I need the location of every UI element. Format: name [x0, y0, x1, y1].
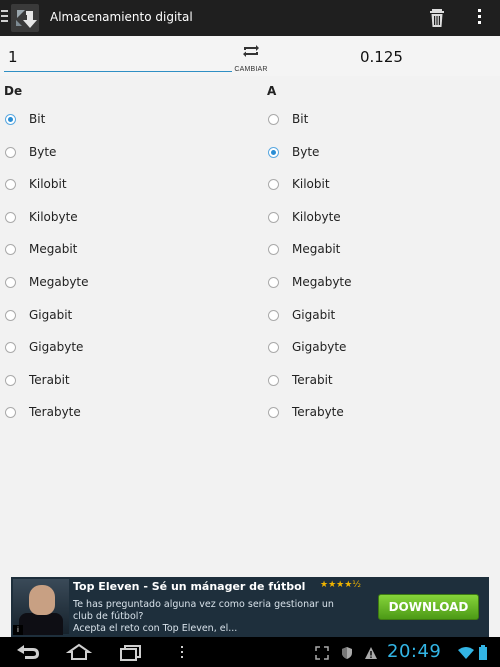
back-icon[interactable] [15, 643, 41, 661]
from-option-label: Terabit [29, 373, 70, 387]
radio-button[interactable] [268, 113, 279, 125]
to-option-byte[interactable]: Byte [268, 141, 319, 163]
radio-button[interactable] [268, 374, 279, 386]
result-value: 0.125 [360, 48, 403, 66]
to-option-bit[interactable]: Bit [268, 108, 308, 130]
radio-button[interactable] [5, 309, 16, 321]
from-option-label: Byte [29, 145, 57, 159]
radio-button[interactable] [268, 211, 279, 223]
overflow-menu-icon[interactable] [476, 9, 482, 27]
ad-banner[interactable]: i Top Eleven - Sé un mánager de fútbol ★… [11, 577, 489, 637]
battery-icon [478, 645, 488, 660]
radio-button[interactable] [268, 243, 279, 255]
radio-button[interactable] [268, 146, 279, 158]
swap-button[interactable]: CAMBIAR [233, 42, 269, 74]
to-option-label: Bit [292, 112, 309, 126]
from-option-terabyte[interactable]: Terabyte [5, 401, 81, 423]
to-option-terabit[interactable]: Terabit [268, 369, 333, 391]
ad-body: Te has preguntado alguna vez como seria … [73, 599, 373, 635]
ad-rating: ★★★★½ [320, 580, 361, 590]
to-option-kilobyte[interactable]: Kilobyte [268, 206, 341, 228]
from-option-gigabit[interactable]: Gigabit [5, 304, 72, 326]
to-option-kilobit[interactable]: Kilobit [268, 173, 330, 195]
from-column-header: De [4, 84, 23, 98]
ad-download-button[interactable]: DOWNLOAD [378, 594, 479, 620]
from-option-kilobit[interactable]: Kilobit [5, 173, 67, 195]
ad-info-badge[interactable]: i [13, 625, 23, 635]
radio-button[interactable] [268, 309, 279, 321]
clock: 20:49 [387, 641, 442, 662]
to-option-label: Kilobyte [292, 210, 341, 224]
to-option-label: Terabit [292, 373, 333, 387]
ad-body-line: Te has preguntado alguna vez como seria … [73, 599, 334, 610]
app-logo-icon[interactable] [11, 4, 39, 32]
radio-button[interactable] [5, 276, 16, 288]
ad-body-line: Acepta el reto con Top Eleven, el... [73, 623, 238, 634]
from-option-label: Terabyte [29, 405, 81, 419]
radio-button[interactable] [5, 146, 16, 158]
radio-button[interactable] [268, 178, 279, 190]
to-column-header: A [267, 84, 277, 98]
from-value-input[interactable] [4, 44, 232, 72]
radio-button[interactable] [268, 276, 279, 288]
to-option-label: Megabyte [292, 275, 352, 289]
warning-icon [364, 645, 378, 659]
drawer-menu-icon[interactable] [1, 10, 9, 26]
from-option-byte[interactable]: Byte [5, 141, 56, 163]
from-option-label: Gigabyte [29, 340, 84, 354]
from-option-bit[interactable]: Bit [5, 108, 45, 130]
radio-button[interactable] [5, 341, 16, 353]
from-option-label: Gigabit [29, 308, 73, 322]
from-option-gigabyte[interactable]: Gigabyte [5, 336, 83, 358]
radio-button[interactable] [5, 243, 16, 255]
radio-button[interactable] [5, 211, 16, 223]
from-option-megabit[interactable]: Megabit [5, 238, 77, 260]
to-option-terabyte[interactable]: Terabyte [268, 401, 344, 423]
wifi-icon [458, 645, 474, 659]
screenshot-icon [315, 645, 329, 660]
ad-title: Top Eleven - Sé un mánager de fútbol [73, 580, 306, 593]
radio-button[interactable] [5, 178, 16, 190]
to-option-megabit[interactable]: Megabit [268, 238, 340, 260]
swap-arrows-icon [241, 42, 261, 58]
to-option-label: Gigabyte [292, 340, 347, 354]
menu-dots-icon[interactable] [178, 643, 186, 661]
from-option-label: Megabyte [29, 275, 89, 289]
from-option-label: Kilobyte [29, 210, 78, 224]
from-option-kilobyte[interactable]: Kilobyte [5, 206, 78, 228]
from-option-megabyte[interactable]: Megabyte [5, 271, 89, 293]
converter-input-row: CAMBIAR 0.125 [0, 36, 500, 76]
radio-button[interactable] [5, 406, 16, 418]
home-icon[interactable] [65, 643, 93, 661]
to-option-gigabit[interactable]: Gigabit [268, 304, 335, 326]
trash-icon[interactable] [428, 8, 446, 28]
to-option-label: Byte [292, 145, 320, 159]
radio-button[interactable] [5, 113, 16, 125]
radio-button[interactable] [268, 341, 279, 353]
to-option-label: Megabit [292, 242, 341, 256]
system-nav-bar: 20:49 [0, 637, 500, 667]
action-bar: Almacenamiento digital [0, 0, 500, 36]
from-option-label: Kilobit [29, 177, 67, 191]
recent-apps-icon[interactable] [118, 643, 144, 661]
shield-icon [340, 645, 354, 659]
to-option-label: Gigabit [292, 308, 336, 322]
to-option-label: Kilobit [292, 177, 330, 191]
from-option-label: Bit [29, 112, 46, 126]
to-option-label: Terabyte [292, 405, 344, 419]
ad-body-line: club de fútbol? [73, 611, 144, 622]
swap-label: CAMBIAR [234, 66, 268, 73]
to-option-gigabyte[interactable]: Gigabyte [268, 336, 346, 358]
app-title: Almacenamiento digital [50, 10, 193, 24]
to-option-megabyte[interactable]: Megabyte [268, 271, 352, 293]
radio-button[interactable] [268, 406, 279, 418]
radio-button[interactable] [5, 374, 16, 386]
from-option-label: Megabit [29, 242, 78, 256]
from-option-terabit[interactable]: Terabit [5, 369, 70, 391]
